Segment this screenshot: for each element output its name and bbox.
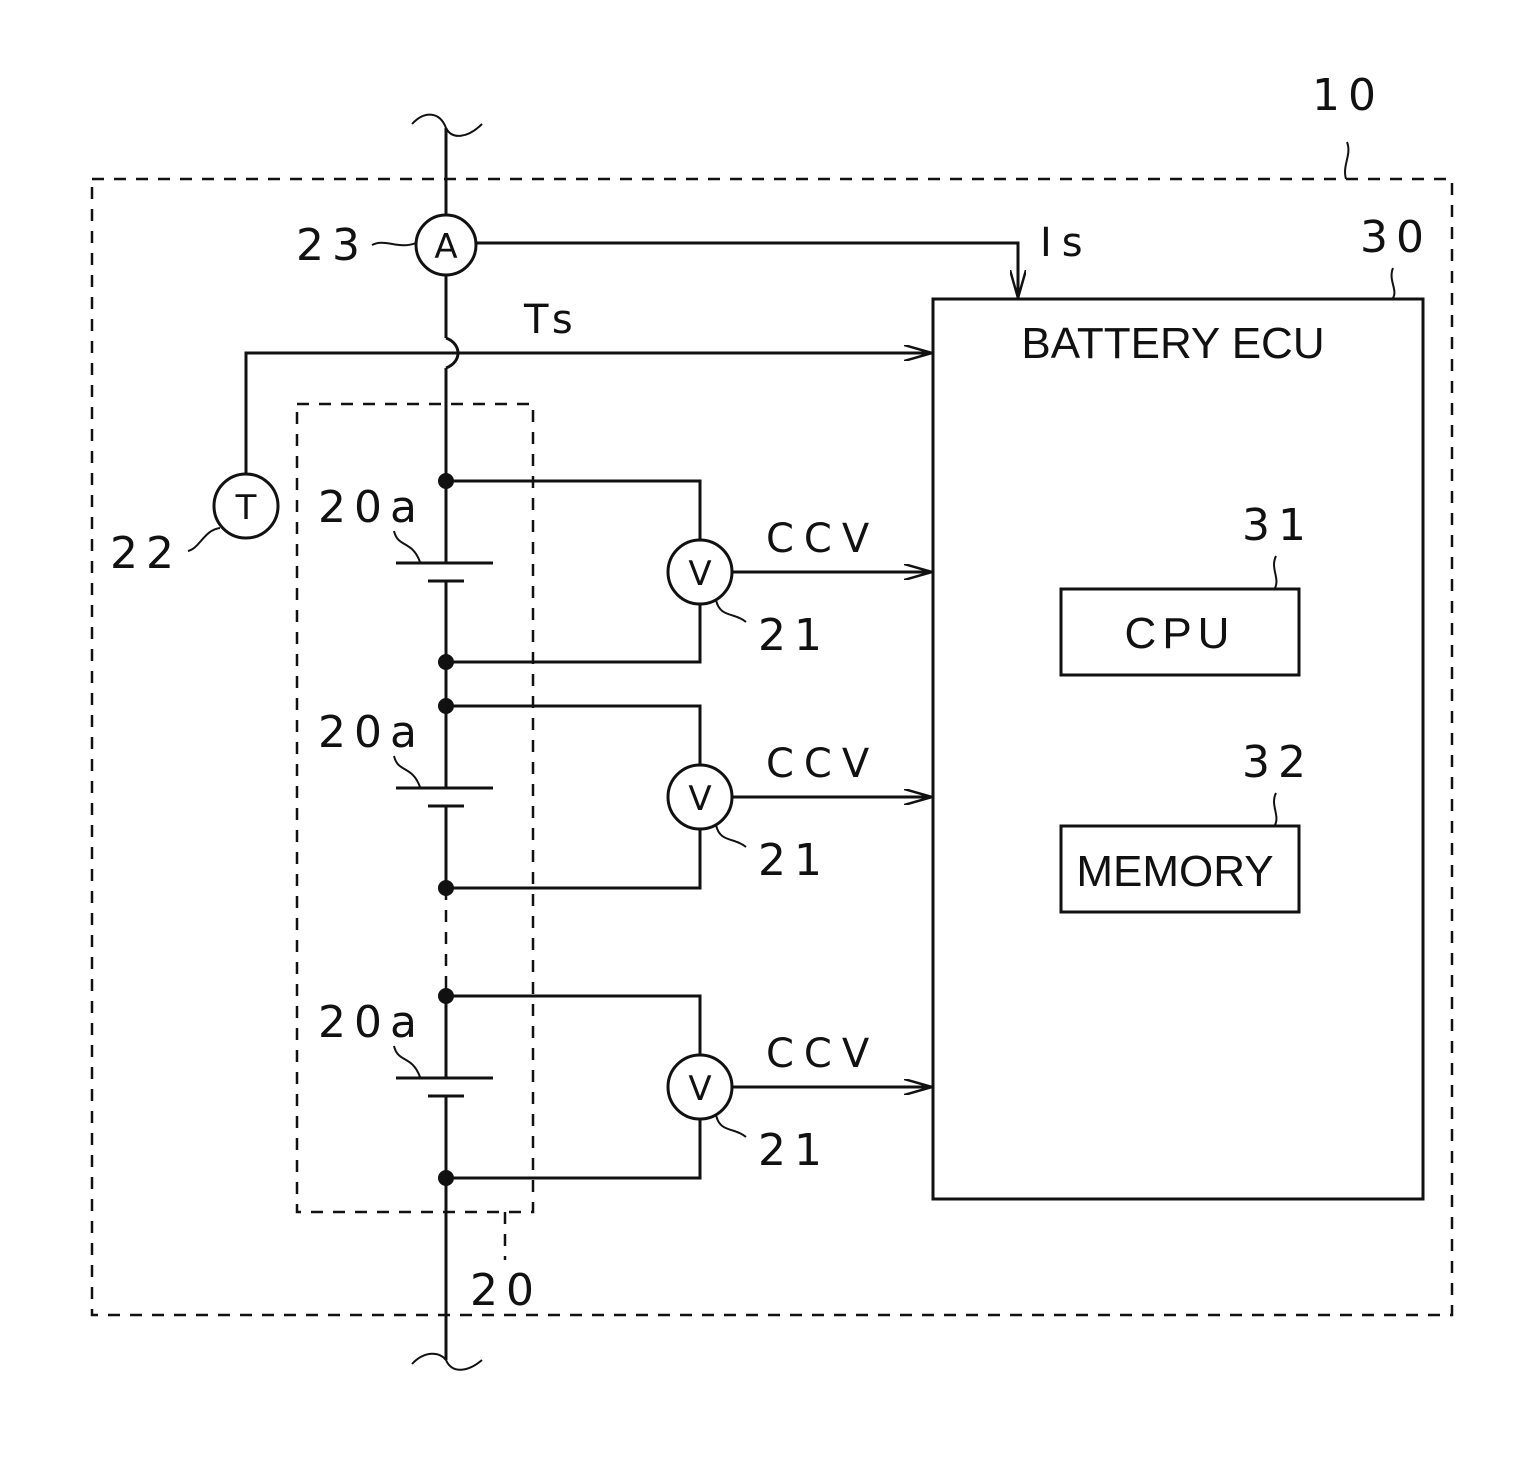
voltmeter-symbol: V [688, 779, 711, 819]
cell-leader [393, 1045, 421, 1078]
temperature-signal-label: Ts [523, 297, 583, 343]
temperature-signal-line [244, 353, 932, 474]
voltmeter-symbol: V [688, 1069, 711, 1109]
battery-ecu: BATTERY ECU 30 CPU 31 MEMORY 32 [931, 212, 1432, 1201]
battery-system-diagram: 10 20 A 23 Is T Ts 22 20a V CCV 21 20a V… [90, 70, 1454, 1371]
battery-pack-ref-label: 20 [470, 1265, 542, 1316]
ccv-signal-label: CCV [766, 741, 879, 787]
cell-ref-label: 20a [318, 482, 425, 533]
ccv-signal-label: CCV [766, 1031, 879, 1077]
ecu-leader [1390, 267, 1396, 299]
current-signal-label: Is [1040, 220, 1093, 266]
thermometer-symbol: T [235, 488, 257, 528]
cell-group: 20a V CCV 21 [318, 988, 932, 1186]
memory-label: MEMORY [1076, 847, 1273, 896]
ecu-ref-label: 30 [1360, 212, 1432, 263]
voltage-sensor-leader [715, 1114, 747, 1138]
ecu-title: BATTERY ECU [1021, 319, 1324, 368]
system-leader-line [1344, 141, 1350, 180]
voltage-sensor-leader [715, 599, 747, 623]
current-sensor: A 23 Is [296, 213, 1093, 298]
cpu-label: CPU [1125, 609, 1236, 658]
cpu-ref-label: 31 [1242, 500, 1314, 551]
ammeter-symbol: A [434, 227, 457, 267]
cell-group: 20a V CCV 21 [318, 473, 932, 670]
temperature-sensor-leader [187, 527, 221, 552]
memory-ref-label: 32 [1242, 737, 1314, 788]
voltmeter-symbol: V [688, 554, 711, 594]
current-signal-line [476, 241, 1018, 298]
voltage-sensor-ref-label: 21 [758, 1125, 830, 1176]
cell-ref-label: 20a [318, 707, 425, 758]
cell-ref-label: 20a [318, 997, 425, 1048]
temperature-sensor-ref-label: 22 [110, 528, 182, 579]
cell-group: 20a V CCV 21 [318, 698, 932, 896]
cell-leader [393, 755, 421, 788]
cell-leader [393, 530, 421, 563]
current-sensor-leader [371, 241, 417, 247]
voltage-sensor-ref-label: 21 [758, 610, 830, 661]
ecu-box [931, 297, 1425, 1201]
voltage-sensor-leader [715, 824, 747, 848]
system-ref-label: 10 [1312, 70, 1384, 121]
voltage-sensor-ref-label: 21 [758, 835, 830, 886]
ccv-signal-label: CCV [766, 516, 879, 562]
current-sensor-ref-label: 23 [296, 220, 368, 271]
